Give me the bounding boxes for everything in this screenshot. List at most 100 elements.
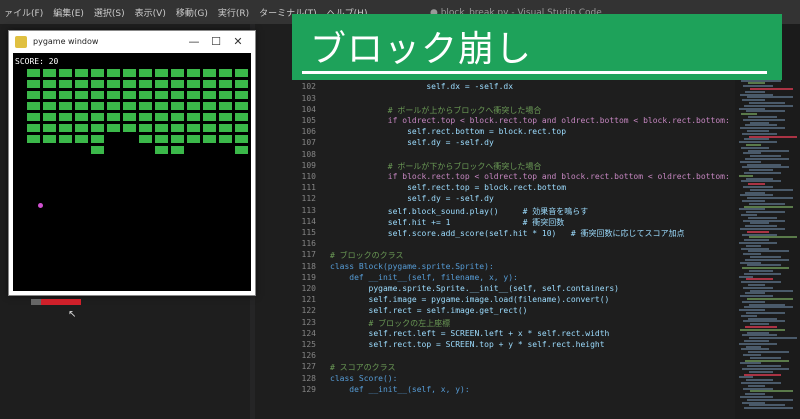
brick xyxy=(91,69,104,77)
minimap-line xyxy=(743,387,773,390)
brick xyxy=(59,102,72,110)
minimap[interactable] xyxy=(735,24,800,419)
code-line[interactable]: pygame.sprite.Sprite.__init__(self, self… xyxy=(330,284,619,293)
minimap-line xyxy=(748,351,789,354)
menu-item[interactable]: 選択(S) xyxy=(94,6,125,19)
code-line[interactable]: self.rect.top = block.rect.bottom xyxy=(330,183,566,192)
code-line[interactable]: if block.rect.top < oldrect.top and bloc… xyxy=(330,172,730,181)
minimap-line xyxy=(744,272,781,275)
minimap-line xyxy=(741,382,781,384)
code-line[interactable]: # ブロックの左上座標 xyxy=(330,318,451,329)
minimap-line xyxy=(739,107,765,110)
brick xyxy=(27,135,40,143)
code-line[interactable]: self.hit += 1 # 衝突回数 xyxy=(330,217,565,228)
code-line[interactable]: self.image = pygame.image.load(filename)… xyxy=(330,295,610,304)
brick xyxy=(219,91,232,99)
brick xyxy=(155,124,168,132)
banner-title: ブロック崩し xyxy=(310,29,533,70)
minimap-line xyxy=(744,373,781,376)
maximize-button[interactable]: ☐ xyxy=(209,35,223,48)
pygame-window-title: pygame window xyxy=(33,37,99,46)
code-line[interactable]: self.dx = -self.dx xyxy=(330,82,513,91)
minimap-line xyxy=(749,102,785,104)
minimap-line xyxy=(744,306,793,309)
brick xyxy=(235,124,248,132)
code-line[interactable]: def __init__(self, filename, x, y): xyxy=(330,273,518,282)
code-line[interactable]: self.rect.top = SCREEN.top + y * self.re… xyxy=(330,340,605,349)
minimap-line xyxy=(747,163,781,166)
minimap-line xyxy=(739,208,765,211)
pygame-window[interactable]: pygame window — ☐ ✕ SCORE: 20 ↖ xyxy=(8,30,256,320)
brick xyxy=(235,135,248,143)
minimap-line xyxy=(746,312,785,314)
minimap-line xyxy=(749,202,785,205)
pygame-snake-icon xyxy=(15,36,27,48)
minimap-line xyxy=(748,183,765,186)
code-line[interactable]: self.dy = -self.dy xyxy=(330,194,494,203)
line-number: 116 xyxy=(301,239,316,249)
minimap-line xyxy=(742,300,765,303)
code-line[interactable]: # ブロックのクラス xyxy=(330,250,403,261)
brick xyxy=(59,113,72,121)
paddle-tag xyxy=(31,299,41,305)
menu-item[interactable]: ァイル(F) xyxy=(4,6,43,19)
code-line[interactable]: self.score.add_score(self.hit * 10) # 衝突… xyxy=(330,228,685,239)
minimap-line xyxy=(745,90,765,93)
code-line[interactable]: self.dy = -self.dy xyxy=(330,138,494,147)
brick xyxy=(139,102,152,110)
code-line[interactable]: # ボールが下からブロックへ衝突した場合 xyxy=(330,161,542,172)
code-line[interactable]: self.block_sound.play() # 効果音を鳴らす xyxy=(330,206,588,217)
brick xyxy=(155,146,168,154)
menu-item[interactable]: 表示(V) xyxy=(135,6,166,19)
code-line[interactable]: def __init__(self, x, y): xyxy=(330,385,469,394)
minimap-line xyxy=(742,401,765,404)
code-line[interactable]: # ボールが上からブロックへ衝突した場合 xyxy=(330,105,542,116)
brick xyxy=(139,113,152,121)
code-line[interactable]: if oldrect.top < block.rect.top and oldr… xyxy=(330,116,730,125)
brick xyxy=(107,80,120,88)
minimap-line xyxy=(749,135,797,138)
code-line[interactable]: # スコアのクラス xyxy=(330,362,395,373)
minimap-line xyxy=(740,127,785,130)
menu-item[interactable]: 実行(R) xyxy=(218,6,249,19)
close-button[interactable]: ✕ xyxy=(231,35,245,48)
brick xyxy=(203,69,216,77)
game-canvas[interactable]: SCORE: 20 ↖ xyxy=(13,53,251,320)
minimap-line xyxy=(742,233,777,236)
minimap-line xyxy=(739,309,765,312)
minimap-line xyxy=(742,132,777,135)
code-line[interactable]: self.rect.left = SCREEN.left + x * self.… xyxy=(330,329,610,338)
code-line[interactable]: class Score(): xyxy=(330,374,397,383)
menu-item[interactable]: 移動(G) xyxy=(176,6,208,19)
minimap-line xyxy=(739,242,777,244)
minimap-line xyxy=(739,141,777,144)
code-line[interactable]: self.rect.bottom = block.rect.top xyxy=(330,127,566,136)
brick xyxy=(123,80,136,88)
brick xyxy=(123,124,136,132)
minimap-line xyxy=(746,345,761,348)
minimap-line xyxy=(750,289,793,292)
menu-item[interactable]: 編集(E) xyxy=(53,6,84,19)
minimize-button[interactable]: — xyxy=(187,35,201,48)
line-number: 128 xyxy=(301,373,316,383)
minimap-line xyxy=(741,247,769,250)
paddle xyxy=(41,299,81,305)
brick xyxy=(155,135,168,143)
pygame-titlebar[interactable]: pygame window — ☐ ✕ xyxy=(9,31,255,53)
brick xyxy=(139,91,152,99)
code-line[interactable]: class Block(pygame.sprite.Sprite): xyxy=(330,262,494,271)
minimap-line xyxy=(749,169,773,172)
minimap-line xyxy=(746,278,773,281)
minimap-line xyxy=(740,362,761,365)
brick xyxy=(139,135,152,143)
brick xyxy=(155,80,168,88)
brick xyxy=(43,113,56,121)
line-number: 121 xyxy=(301,295,316,305)
line-number: 126 xyxy=(301,351,316,361)
brick xyxy=(43,124,56,132)
minimap-line xyxy=(748,216,777,219)
brick xyxy=(219,124,232,132)
code-line[interactable]: self.rect = self.image.get_rect() xyxy=(330,306,528,315)
minimap-line xyxy=(749,370,773,373)
minimap-line xyxy=(740,228,785,230)
